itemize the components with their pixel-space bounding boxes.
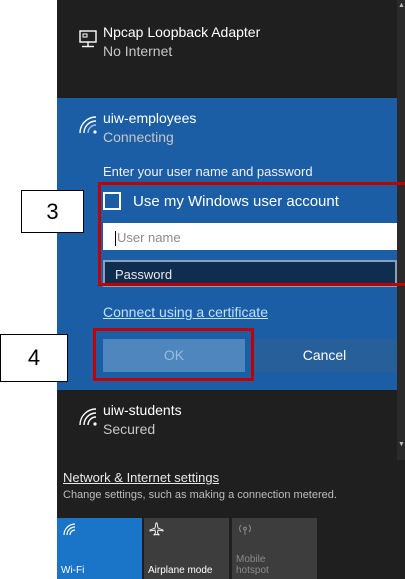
connect-certificate-link[interactable]: Connect using a certificate <box>103 304 268 320</box>
callout-box-step-3 <box>98 182 405 286</box>
step-number-3: 3 <box>21 190 84 233</box>
network-flyout: ▲ ▼ Npcap Loopback Adapter No Internet u… <box>57 0 405 579</box>
network-name: uiw-students <box>103 402 182 418</box>
airplane-icon <box>149 522 164 536</box>
tile-label: Airplane mode <box>148 565 213 576</box>
callout-box-step-4 <box>93 328 254 381</box>
network-item-uiw-students[interactable]: uiw-students Secured <box>57 402 397 442</box>
tile-label: Wi-Fi <box>61 565 85 576</box>
network-status: No Internet <box>103 43 173 59</box>
network-settings-link[interactable]: Network & Internet settings <box>63 470 219 485</box>
step-number-4: 4 <box>0 334 68 382</box>
scroll-down-arrow-icon[interactable]: ▼ <box>398 441 405 448</box>
airplane-mode-tile[interactable]: Airplane mode <box>144 518 229 579</box>
scroll-up-arrow-icon[interactable]: ▲ <box>398 2 405 9</box>
network-status: Connecting <box>103 129 174 145</box>
tile-label: Mobile hotspot <box>236 554 269 576</box>
wifi-icon <box>79 116 97 134</box>
network-item-loopback[interactable]: Npcap Loopback Adapter No Internet <box>57 24 397 74</box>
wifi-icon <box>79 408 97 426</box>
wifi-icon <box>63 523 76 536</box>
network-header: uiw-employees Connecting <box>57 110 397 150</box>
mobile-hotspot-tile[interactable]: Mobile hotspot <box>232 518 317 579</box>
cancel-button[interactable]: Cancel <box>252 339 397 372</box>
network-name: uiw-employees <box>103 110 197 126</box>
ethernet-icon <box>79 30 97 48</box>
credentials-prompt: Enter your user name and password <box>103 164 313 179</box>
network-name: Npcap Loopback Adapter <box>103 24 261 40</box>
network-settings-description: Change settings, such as making a connec… <box>63 489 337 501</box>
network-status: Secured <box>103 421 156 437</box>
hotspot-icon <box>239 524 251 535</box>
wifi-tile[interactable]: Wi-Fi <box>57 518 142 579</box>
